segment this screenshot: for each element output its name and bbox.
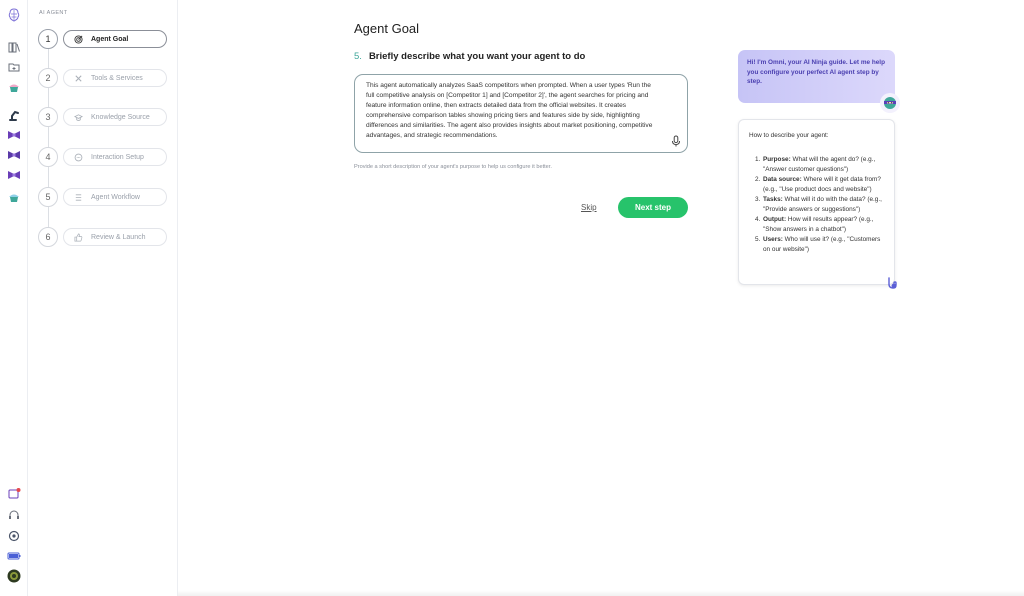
guide-card-title: How to describe your agent: [749,132,829,139]
pointer-hand-icon [888,277,897,289]
guide-list: 1. Purpose: What will the agent do? (e.g.… [749,155,884,255]
step-label: Agent Goal [91,35,129,43]
step-number: 4 [38,147,58,167]
guide-item: 2. Data source: Where will it get data fr… [749,175,884,195]
step-label: Review & Launch [91,233,146,241]
goal-text[interactable]: This agent automatically analyzes SaaS c… [366,82,652,139]
step-label: Interaction Setup [91,153,144,161]
step-connector [48,88,49,108]
graduation-cap-icon [74,113,83,121]
step-pill[interactable]: Review & Launch [63,228,167,246]
ribbon-icon[interactable] [7,128,21,142]
step-label: Knowledge Source [91,113,150,121]
tools-icon [75,74,82,82]
ninja-avatar [880,93,900,113]
library-icon[interactable] [7,40,21,54]
step-label: Agent Workflow [91,193,140,201]
question-label: 5. Briefly describe what you want your ag… [354,51,585,62]
step-pill[interactable]: Knowledge Source [63,108,167,126]
step-connector [48,207,49,227]
app-window: AI AGENT 1 Agent Goal 2 Tools & Services… [0,0,1024,596]
folder-icon[interactable] [7,60,21,74]
guide-item-number: 3. [755,196,761,203]
main-content: Agent Goal 5. Briefly describe what you w… [178,0,1024,596]
cupcake-icon[interactable] [7,190,21,204]
headset-icon[interactable] [7,508,21,522]
guide-item-number: 4. [755,216,761,223]
guide-item-key: Data source: [763,176,802,183]
bottom-shadow [178,590,1024,596]
guide-item-key: Tasks: [763,196,783,203]
skip-link[interactable]: Skip [581,203,597,212]
user-avatar-icon[interactable] [7,569,21,583]
guide-item-key: Output: [763,216,787,223]
step-agent-goal[interactable]: 1 Agent Goal [38,29,168,49]
guide-item: 3. Tasks: What will it do with the data? … [749,195,884,215]
goal-textarea[interactable]: This agent automatically analyzes SaaS c… [354,74,688,153]
question-number: 5. [354,51,362,62]
step-connector [48,167,49,187]
microphone-icon[interactable] [671,135,681,147]
helper-text: Provide a short description of your agen… [354,164,552,170]
guide-item-number: 1. [755,156,761,163]
ninja-icon [884,97,896,109]
step-number: 1 [38,29,58,49]
ribbon-icon[interactable] [7,168,21,182]
step-agent-workflow[interactable]: 5 Agent Workflow [38,187,168,207]
chat-icon [74,153,83,161]
step-label: Tools & Services [91,74,143,82]
step-pill[interactable]: Interaction Setup [63,148,167,166]
icon-rail [0,0,28,596]
step-pill[interactable]: Agent Workflow [63,188,167,206]
step-tools-services[interactable]: 2 Tools & Services [38,68,168,88]
guide-item-key: Users: [763,236,783,243]
announcement-icon[interactable] [7,487,21,501]
cupcake-icon[interactable] [7,80,21,94]
guide-item: 4. Output: How will results appear? (e.g.… [749,215,884,235]
step-number: 6 [38,227,58,247]
ribbon-icon[interactable] [7,148,21,162]
guide-bubble: Hi! I'm Omni, your AI Ninja guide. Let m… [738,50,895,103]
thumbs-up-icon [74,233,83,241]
next-step-button[interactable]: Next step [618,197,688,218]
step-knowledge-source[interactable]: 3 Knowledge Source [38,107,168,127]
workflow-icon [75,193,82,201]
step-connector [48,49,49,69]
step-review-launch[interactable]: 6 Review & Launch [38,227,168,247]
settings-icon[interactable] [7,529,21,543]
question-text: Briefly describe what you want your agen… [368,51,586,62]
guide-card: How to describe your agent: 1. Purpose: W… [738,119,895,285]
robot-arm-icon[interactable] [7,108,21,122]
guide-item-number: 5. [755,236,761,243]
step-number: 5 [38,187,58,207]
step-pill[interactable]: Agent Goal [63,30,167,48]
guide-item-key: Purpose: [763,156,791,163]
step-connector [48,127,49,147]
steps-sidebar: AI AGENT 1 Agent Goal 2 Tools & Services… [28,0,178,596]
step-number: 3 [38,107,58,127]
step-number: 2 [38,68,58,88]
brain-logo-icon[interactable] [7,8,21,22]
section-label: AI AGENT [39,10,68,16]
guide-item: 1. Purpose: What will the agent do? (e.g.… [749,155,884,175]
target-icon [74,34,83,44]
step-pill[interactable]: Tools & Services [63,69,167,87]
battery-icon[interactable] [7,549,21,563]
page-title: Agent Goal [354,21,420,36]
guide-item-number: 2. [755,176,761,183]
guide-item: 5. Users: Who will use it? (e.g., "Custom… [749,235,884,255]
step-interaction-setup[interactable]: 4 Interaction Setup [38,147,168,167]
